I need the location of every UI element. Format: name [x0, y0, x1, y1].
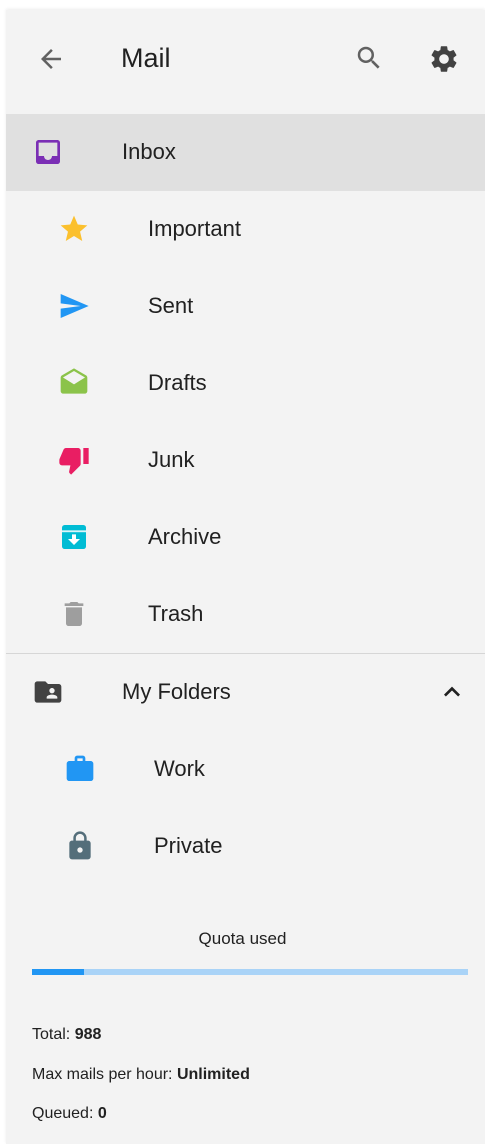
- stat-max-label: Max mails per hour:: [32, 1066, 173, 1083]
- archive-icon: [62, 525, 86, 549]
- stat-queued-label: Queued:: [32, 1105, 94, 1122]
- nav-item-label: Inbox: [122, 139, 176, 164]
- folder-item-label: Private: [154, 833, 223, 858]
- folder-item-work[interactable]: Work: [6, 731, 485, 808]
- quota-label: Quota used: [198, 929, 287, 948]
- app-bar: Mail: [6, 10, 485, 114]
- nav-item-label: Sent: [148, 293, 194, 318]
- search-icon[interactable]: [354, 43, 384, 73]
- quota-progress-fill: [32, 969, 85, 975]
- stat-max-mails: Max mails per hour: Unlimited: [32, 1066, 250, 1084]
- stat-queued-value: 0: [97, 1105, 107, 1122]
- nav-item-trash[interactable]: Trash: [6, 576, 485, 653]
- gear-icon[interactable]: [428, 43, 460, 75]
- nav-item-label: Trash: [148, 601, 204, 626]
- shared-folder-icon: [34, 681, 62, 703]
- folders-header-label: My Folders: [122, 679, 231, 704]
- nav-item-label: Archive: [148, 524, 222, 549]
- lock-icon: [69, 831, 91, 860]
- nav-item-label: Junk: [148, 447, 195, 472]
- thumb-down-icon: [59, 448, 89, 475]
- stat-total-label: Total:: [32, 1026, 71, 1043]
- trash-icon: [64, 602, 84, 626]
- stat-queued: Queued: 0: [32, 1105, 107, 1123]
- nav-item-important[interactable]: Important: [6, 191, 485, 268]
- nav-item-drafts[interactable]: Drafts: [6, 345, 485, 422]
- nav-item-label: Drafts: [148, 370, 207, 395]
- app-title: Mail: [121, 43, 171, 73]
- stat-total-value: 988: [74, 1026, 102, 1043]
- inbox-icon: [36, 140, 60, 164]
- nav-item-junk[interactable]: Junk: [6, 422, 485, 499]
- drafts-icon: [60, 368, 88, 394]
- quota-progress-bar: [32, 969, 468, 975]
- chevron-up-icon[interactable]: [436, 676, 468, 708]
- nav-item-sent[interactable]: Sent: [6, 268, 485, 345]
- nav-item-label: Important: [148, 216, 241, 241]
- folder-item-private[interactable]: Private: [6, 808, 485, 885]
- folder-item-label: Work: [154, 756, 205, 781]
- briefcase-icon: [66, 755, 94, 781]
- nav-item-inbox[interactable]: Inbox: [6, 114, 485, 191]
- stat-total: Total: 988: [32, 1026, 101, 1044]
- star-icon: [60, 215, 88, 241]
- arrow-back-icon[interactable]: [36, 44, 66, 74]
- stat-max-value: Unlimited: [176, 1066, 250, 1083]
- nav-item-archive[interactable]: Archive: [6, 499, 485, 576]
- folders-section-header[interactable]: My Folders: [6, 654, 485, 731]
- send-icon: [60, 294, 89, 318]
